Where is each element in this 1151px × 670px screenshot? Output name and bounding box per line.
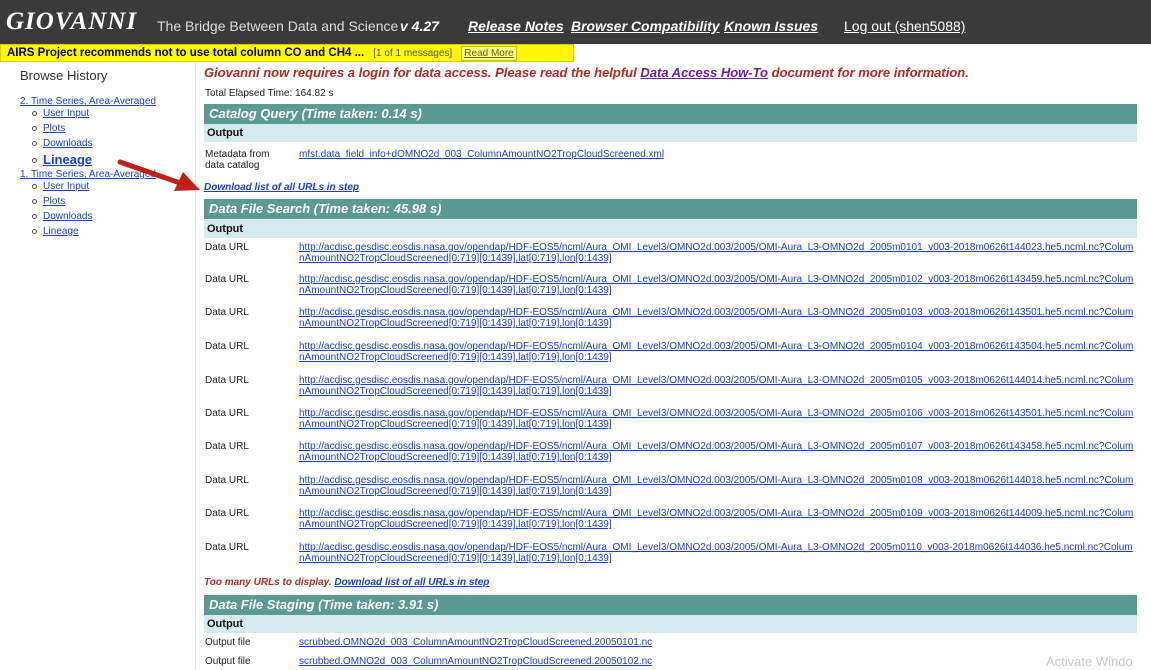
data-url-label: Data URL (205, 408, 249, 419)
read-more-button[interactable]: Read More (461, 46, 517, 61)
data-url-link[interactable]: http://acdisc.gesdisc.eosdis.nasa.gov/op… (299, 475, 1137, 497)
bullet-icon (32, 214, 37, 219)
browse-history-sidebar: Browse History 2. Time Series, Area-Aver… (8, 62, 196, 670)
output-file-link[interactable]: scrubbed.OMNO2d_003_ColumnAmountNO2TropC… (299, 637, 1137, 648)
too-many-urls-notice: Too many URLs to display. Download list … (204, 577, 489, 588)
tagline: The Bridge Between Data and Science (157, 18, 399, 34)
metadata-label-line2: data catalog (205, 160, 260, 171)
metadata-xml-link[interactable]: mfst.data_field_info+dOMNO2d_003_ColumnA… (299, 149, 1137, 160)
bullet-icon (32, 111, 37, 116)
history-1-user-input[interactable]: User Input (43, 181, 89, 192)
history-group-1[interactable]: 1. Time Series, Area-Averaged (20, 169, 156, 180)
known-issues-link[interactable]: Known Issues (724, 17, 818, 35)
version-label: v 4.27 (400, 18, 439, 34)
data-url-link[interactable]: http://acdisc.gesdisc.eosdis.nasa.gov/op… (299, 375, 1137, 397)
browse-history-title: Browse History (20, 68, 108, 83)
download-all-urls-link[interactable]: Download list of all URLs in step (204, 182, 359, 193)
download-all-urls-link-bottom[interactable]: Download list of all URLs in step (334, 577, 489, 588)
data-url-link[interactable]: http://acdisc.gesdisc.eosdis.nasa.gov/op… (299, 542, 1137, 564)
data-url-link[interactable]: http://acdisc.gesdisc.eosdis.nasa.gov/op… (299, 307, 1137, 329)
lineage-content: Giovanni now requires a login for data a… (204, 62, 1149, 670)
history-1-lineage[interactable]: Lineage (43, 226, 79, 237)
bullet-icon (32, 141, 37, 146)
data-url-label: Data URL (205, 341, 249, 352)
output-file-label: Output file (205, 656, 251, 667)
data-url-label: Data URL (205, 375, 249, 386)
data-url-label: Data URL (205, 441, 249, 452)
bullet-icon (32, 184, 37, 189)
bullet-icon (32, 126, 37, 131)
data-url-link[interactable]: http://acdisc.gesdisc.eosdis.nasa.gov/op… (299, 274, 1137, 296)
bullet-icon (32, 229, 37, 234)
data-url-label: Data URL (205, 307, 249, 318)
bullet-icon (32, 158, 37, 163)
history-1-plots[interactable]: Plots (43, 196, 65, 207)
history-2-plots[interactable]: Plots (43, 123, 65, 134)
giovanni-logo[interactable]: GIOVANNI (6, 8, 137, 36)
alert-message-count: [1 of 1 messages] (373, 48, 453, 59)
bullet-icon (32, 199, 37, 204)
alert-bar: AIRS Project recommends not to use total… (0, 44, 574, 62)
output-file-link[interactable]: scrubbed.OMNO2d_003_ColumnAmountNO2TropC… (299, 656, 1137, 667)
history-2-lineage[interactable]: Lineage (43, 153, 92, 167)
catalog-query-header: Catalog Query (Time taken: 0.14 s) (204, 104, 1137, 124)
alert-message: AIRS Project recommends not to use total… (7, 47, 365, 59)
release-notes-link[interactable]: Release Notes (468, 17, 564, 35)
logout-link[interactable]: Log out (shen5088) (844, 17, 965, 35)
login-notice: Giovanni now requires a login for data a… (204, 65, 969, 80)
data-url-label: Data URL (205, 542, 249, 553)
data-url-link[interactable]: http://acdisc.gesdisc.eosdis.nasa.gov/op… (299, 441, 1137, 463)
history-2-downloads[interactable]: Downloads (43, 138, 92, 149)
data-url-label: Data URL (205, 242, 249, 253)
data-url-link[interactable]: http://acdisc.gesdisc.eosdis.nasa.gov/op… (299, 341, 1137, 363)
data-file-staging-header: Data File Staging (Time taken: 3.91 s) (204, 595, 1137, 615)
data-url-link[interactable]: http://acdisc.gesdisc.eosdis.nasa.gov/op… (299, 242, 1137, 264)
top-banner: GIOVANNI The Bridge Between Data and Sci… (0, 0, 1151, 44)
activate-windows-watermark: Activate Windo (1046, 654, 1133, 669)
metadata-label-line1: Metadata from (205, 149, 270, 160)
data-url-link[interactable]: http://acdisc.gesdisc.eosdis.nasa.gov/op… (299, 508, 1137, 530)
data-url-label: Data URL (205, 475, 249, 486)
too-many-urls-text: Too many URLs to display. (204, 577, 332, 588)
history-1-downloads[interactable]: Downloads (43, 211, 92, 222)
history-group-2[interactable]: 2. Time Series, Area-Averaged (20, 96, 156, 107)
data-url-label: Data URL (205, 274, 249, 285)
total-elapsed-time: Total Elapsed Time: 164.82 s (205, 88, 334, 99)
history-2-user-input[interactable]: User Input (43, 108, 89, 119)
output-file-label: Output file (205, 637, 251, 648)
catalog-output-header: Output (204, 124, 1137, 142)
data-url-label: Data URL (205, 508, 249, 519)
login-notice-prefix: Giovanni now requires a login for data a… (204, 65, 637, 80)
staging-output-header: Output (204, 615, 1137, 633)
data-file-search-header: Data File Search (Time taken: 45.98 s) (204, 199, 1137, 219)
data-access-howto-link[interactable]: Data Access How-To (640, 65, 768, 80)
browser-compatibility-link[interactable]: Browser Compatibility (571, 17, 720, 35)
data-url-link[interactable]: http://acdisc.gesdisc.eosdis.nasa.gov/op… (299, 408, 1137, 430)
login-notice-suffix: document for more information. (771, 65, 969, 80)
search-output-header: Output (204, 220, 1137, 238)
